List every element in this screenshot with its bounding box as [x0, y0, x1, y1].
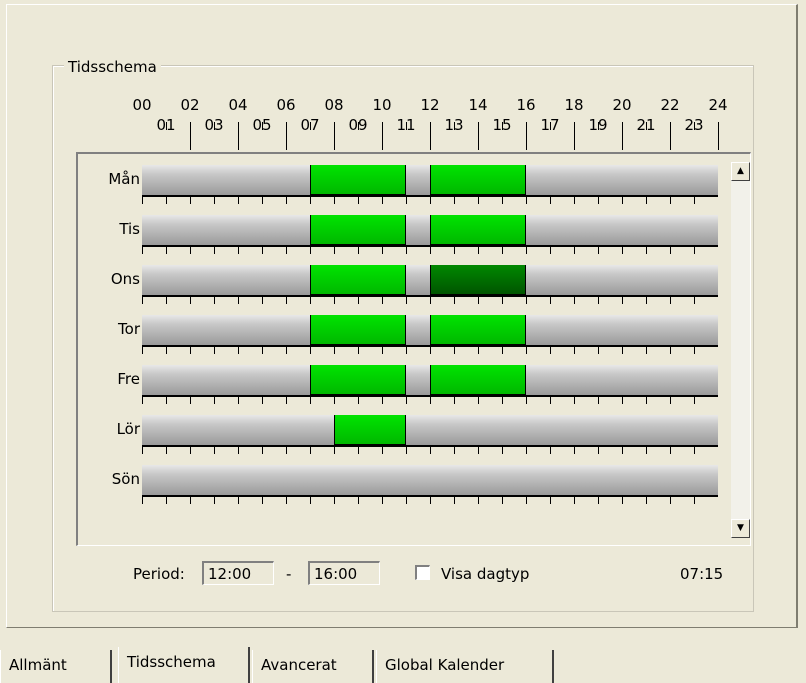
show-daytype-checkbox[interactable] [415, 565, 430, 580]
active-time-segment[interactable] [334, 415, 406, 445]
row-ticks [142, 497, 695, 504]
day-schedule-bar[interactable] [142, 265, 718, 295]
hour-label-12: 12 [420, 96, 440, 114]
day-schedule-bar[interactable] [142, 415, 718, 445]
active-time-segment[interactable] [430, 265, 526, 295]
day-schedule-bar[interactable] [142, 165, 718, 195]
day-label-0: Mån [108, 170, 140, 188]
active-time-segment[interactable] [430, 215, 526, 245]
active-time-segment[interactable] [310, 315, 406, 345]
tab-bar: Allmänt Tidsschema Avancerat Global Kale… [0, 647, 806, 683]
active-time-segment[interactable] [310, 265, 406, 295]
hour-label-02: 02 [180, 96, 200, 114]
hour-label-04: 04 [228, 96, 248, 114]
current-time: 07:15 [680, 565, 724, 583]
row-ticks [142, 197, 695, 204]
row-ticks [142, 297, 695, 304]
active-time-segment[interactable] [430, 165, 526, 195]
period-label: Period: [133, 565, 185, 583]
vertical-scrollbar[interactable]: ▲ ▼ [731, 162, 750, 538]
tab-allmant[interactable]: Allmänt [0, 650, 112, 683]
day-schedule-bar[interactable] [142, 465, 718, 495]
hour-label-14: 14 [468, 96, 488, 114]
hour-label-20: 20 [612, 96, 632, 114]
day-label-4: Fre [117, 370, 140, 388]
day-schedule-bar[interactable] [142, 215, 718, 245]
show-daytype-label: Visa dagtyp [441, 565, 530, 583]
row-ticks [142, 347, 695, 354]
day-label-6: Sön [111, 470, 140, 488]
row-ticks [142, 447, 695, 454]
day-schedule-bar[interactable] [142, 365, 718, 395]
scroll-up-button[interactable]: ▲ [731, 162, 750, 181]
active-time-segment[interactable] [310, 365, 406, 395]
hour-label-18: 18 [564, 96, 584, 114]
day-schedule-bar[interactable] [142, 315, 718, 345]
active-time-segment[interactable] [430, 315, 526, 345]
day-label-1: Tis [119, 220, 140, 238]
active-time-segment[interactable] [430, 365, 526, 395]
hour-label-00: 00 [132, 96, 152, 114]
hour-label-22: 22 [660, 96, 680, 114]
tab-avancerat[interactable]: Avancerat [252, 650, 374, 683]
period-to-field[interactable]: 16:00 [308, 561, 380, 585]
row-ticks [142, 247, 695, 254]
tab-tidsschema[interactable]: Tidsschema [118, 647, 250, 683]
hour-label-24: 24 [708, 96, 728, 114]
active-time-segment[interactable] [310, 165, 406, 195]
day-label-3: Tor [118, 320, 140, 338]
active-time-segment[interactable] [310, 215, 406, 245]
row-ticks [142, 397, 695, 404]
hour-scale-ticks [166, 122, 719, 150]
period-separator: - [286, 565, 292, 583]
hour-label-10: 10 [372, 96, 392, 114]
tab-global-kalender[interactable]: Global Kalender [376, 650, 554, 683]
day-label-5: Lör [116, 420, 140, 438]
period-from-field[interactable]: 12:00 [202, 561, 274, 585]
scroll-down-button[interactable]: ▼ [731, 519, 750, 538]
hour-label-16: 16 [516, 96, 536, 114]
group-title: Tidsschema [64, 58, 161, 76]
day-label-2: Ons [110, 270, 140, 288]
hour-label-06: 06 [276, 96, 296, 114]
hour-label-08: 08 [324, 96, 344, 114]
